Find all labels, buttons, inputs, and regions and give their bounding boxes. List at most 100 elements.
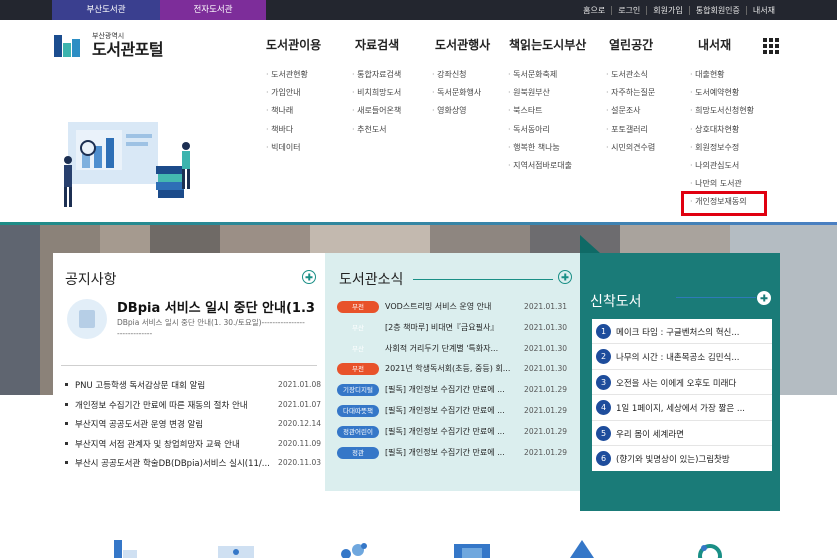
news-title: [필독] 개인정보 수집기간 만료에 ...: [385, 405, 505, 415]
submenu-item[interactable]: 책나래: [266, 106, 308, 124]
site-logo[interactable]: 부산광역시 도서관포털: [54, 32, 164, 59]
logo-subtitle: 부산광역시: [92, 32, 125, 40]
gnb-open-space[interactable]: 열린공간: [609, 36, 653, 53]
submenu-item[interactable]: 독서문화축제: [508, 70, 572, 88]
submenu-item[interactable]: 원북원부산: [508, 88, 572, 106]
quick-link-icon[interactable]: [452, 538, 492, 558]
news-title-line: [413, 279, 553, 280]
notice-more-plus-icon[interactable]: [302, 270, 316, 284]
list-item[interactable]: 부산지역 서점 관계자 및 창업희망자 교육 안내 2020.11.09: [65, 438, 321, 458]
news-more-plus-icon[interactable]: [558, 270, 572, 284]
logo-title: 도서관포털: [92, 40, 164, 59]
submenu-item[interactable]: 강좌신청: [432, 70, 481, 88]
news-date: 2021.01.31: [524, 302, 567, 311]
gnb-library-use[interactable]: 도서관이용: [266, 36, 321, 53]
notice-panel: 공지사항 DBpia 서비스 일시 중단 안내(1.3 DBpia 서비스 일시…: [53, 253, 325, 485]
featured-notice-title: DBpia 서비스 일시 중단 안내(1.3: [117, 301, 315, 316]
list-item[interactable]: PNU 고등학생 독서감상문 대회 알림 2021.01.08: [65, 379, 321, 399]
quick-link-icon[interactable]: [216, 538, 256, 558]
submenu-item[interactable]: 포토갤러리: [606, 125, 655, 143]
util-login-link[interactable]: 로그인: [611, 5, 646, 15]
gnb-search[interactable]: 자료검색: [355, 36, 399, 53]
submenu-item[interactable]: 도서예약현황: [690, 88, 754, 106]
news-list: 부전 VOD스트리밍 서비스 운영 안내 2021.01.31 부산 [2층 책…: [337, 301, 567, 467]
list-item[interactable]: 4 1일 1페이지, 세상에서 가장 짧은 ...: [592, 395, 772, 421]
submenu-item[interactable]: 추천도서: [352, 125, 401, 143]
list-item[interactable]: 3 오전을 사는 이에게 오후도 미래다: [592, 370, 772, 396]
notice-featured-item[interactable]: DBpia 서비스 일시 중단 안내(1.3 DBpia 서비스 일시 중단 안…: [61, 293, 317, 353]
featured-notice-summary: DBpia 서비스 일시 중단 안내(1. 30./토요일)----------…: [117, 318, 305, 338]
list-item[interactable]: 부전 VOD스트리밍 서비스 운영 안내 2021.01.31: [337, 301, 567, 322]
submenu-item[interactable]: 나의관심도서: [690, 161, 754, 179]
quick-link-icon[interactable]: [690, 538, 730, 558]
submenu-item[interactable]: 새로들어온책: [352, 106, 401, 124]
quick-link-icon[interactable]: [562, 538, 602, 558]
util-integrated-auth-link[interactable]: 통합회원인증: [688, 5, 746, 15]
book-title: 1일 1페이지, 세상에서 가장 짧은 ...: [616, 404, 745, 415]
list-item[interactable]: 기장디지털 [필독] 개인정보 수집기간 만료에 ... 2021.01.29: [337, 384, 567, 405]
notice-title: PNU 고등학생 독서감상문 대회 알림: [75, 381, 206, 391]
list-item[interactable]: 정관어린이 [필독] 개인정보 수집기간 만료에 ... 2021.01.29: [337, 425, 567, 447]
list-item[interactable]: 부전 2021년 학생독서회(초등, 중등) 회... 2021.01.30: [337, 363, 567, 384]
submenu-item[interactable]: 독서동아리: [508, 125, 572, 143]
gnb-reading-city[interactable]: 책읽는도시부산: [509, 36, 586, 53]
submenu-search: 통합자료검색 비치희망도서 새로들어온책 추천도서: [352, 70, 401, 143]
list-item[interactable]: 1 메이크 타임 : 구글벤처스의 혁신...: [592, 319, 772, 345]
submenu-item[interactable]: 빅데이터: [266, 143, 308, 161]
submenu-item[interactable]: 대출현황: [690, 70, 754, 88]
submenu-item[interactable]: 설문조사: [606, 106, 655, 124]
list-item[interactable]: 정관 [필독] 개인정보 수집기간 만료에 ... 2021.01.29: [337, 446, 567, 468]
list-item[interactable]: 부산 사회적 거리두기 단계별 '특화자... 2021.01.30: [337, 342, 567, 364]
submenu-item[interactable]: 도서관소식: [606, 70, 655, 88]
submenu-item[interactable]: 책바다: [266, 125, 308, 143]
rank-number: 1: [596, 324, 611, 339]
library-illustration-icon: [64, 122, 190, 207]
library-badge: 정관: [337, 446, 379, 459]
submenu-item[interactable]: 시민의견수렴: [606, 143, 655, 161]
submenu-item[interactable]: 자주하는질문: [606, 88, 655, 106]
submenu-item[interactable]: 도서관현황: [266, 70, 308, 88]
list-item[interactable]: 개인정보 수집기간 만료에 따른 재동의 절차 안내 2021.01.07: [65, 399, 321, 419]
list-item[interactable]: 부산 [2층 책마루] 비대면『금요필사』 2021.01.30: [337, 321, 567, 343]
submenu-item[interactable]: 비치희망도서: [352, 88, 401, 106]
news-title: 사회적 거리두기 단계별 '특화자...: [385, 343, 499, 353]
site-tab-busan-library[interactable]: 부산도서관: [52, 0, 160, 20]
notice-title: 부산지역 서점 관계자 및 창업희망자 교육 안내: [75, 439, 240, 450]
submenu-item[interactable]: 행복한 책나눔: [508, 143, 572, 161]
util-home-link[interactable]: 홈으로: [577, 6, 611, 15]
submenu-item[interactable]: 가입안내: [266, 88, 308, 106]
list-item[interactable]: 6 (향기와 빛명상이 있는)그림찻방: [592, 446, 772, 471]
new-books-more-plus-icon[interactable]: [757, 291, 771, 305]
submenu-item[interactable]: 독서문화행사: [432, 88, 481, 106]
list-item[interactable]: 부산지역 공공도서관 운영 변경 알림 2020.12.14: [65, 418, 321, 438]
submenu-item[interactable]: 회원정보수정: [690, 143, 754, 161]
util-join-link[interactable]: 회원가입: [646, 5, 688, 15]
util-my-library-link[interactable]: 내서재: [745, 5, 781, 15]
list-item[interactable]: 5 우리 몸이 세계라면: [592, 421, 772, 446]
notice-date: 2020.11.03: [278, 458, 321, 467]
quick-link-icon[interactable]: [108, 538, 148, 558]
submenu-item[interactable]: 지역서점바로대출: [508, 161, 572, 179]
list-item[interactable]: 다대따뜻책 [필독] 개인정보 수집기간 만료에 ... 2021.01.29: [337, 404, 567, 426]
gnb-my-library[interactable]: 내서재: [698, 36, 731, 53]
library-badge: 부산: [337, 342, 379, 355]
site-tab-e-library[interactable]: 전자도서관: [160, 0, 266, 20]
submenu-item[interactable]: 통합자료검색: [352, 70, 401, 88]
list-item[interactable]: 부산시 공공도서관 학술DB(DBpia)서비스 실시(11/... 2020.…: [65, 457, 321, 477]
logo-mark-icon: [54, 34, 86, 57]
rank-number: 4: [596, 400, 611, 416]
gnb-events[interactable]: 도서관행사: [435, 36, 490, 53]
submenu-item[interactable]: 상호대차현황: [690, 125, 754, 143]
rank-number: 5: [596, 425, 611, 441]
submenu-item[interactable]: 영화상영: [432, 106, 481, 124]
news-date: 2021.01.29: [524, 385, 567, 395]
submenu-events: 강좌신청 독서문화행사 영화상영: [432, 70, 481, 125]
submenu-item[interactable]: 북스타트: [508, 106, 572, 124]
notice-divider: [61, 365, 317, 366]
list-item[interactable]: 2 나무의 시간 : 내촌목공소 김민식...: [592, 344, 772, 370]
notice-date: 2020.11.09: [278, 438, 321, 448]
submenu-item[interactable]: 희망도서신청현황: [690, 106, 754, 124]
quick-link-icon[interactable]: [334, 538, 374, 558]
grid-menu-icon[interactable]: [763, 38, 779, 54]
new-books-title: 신착도서: [590, 294, 642, 310]
